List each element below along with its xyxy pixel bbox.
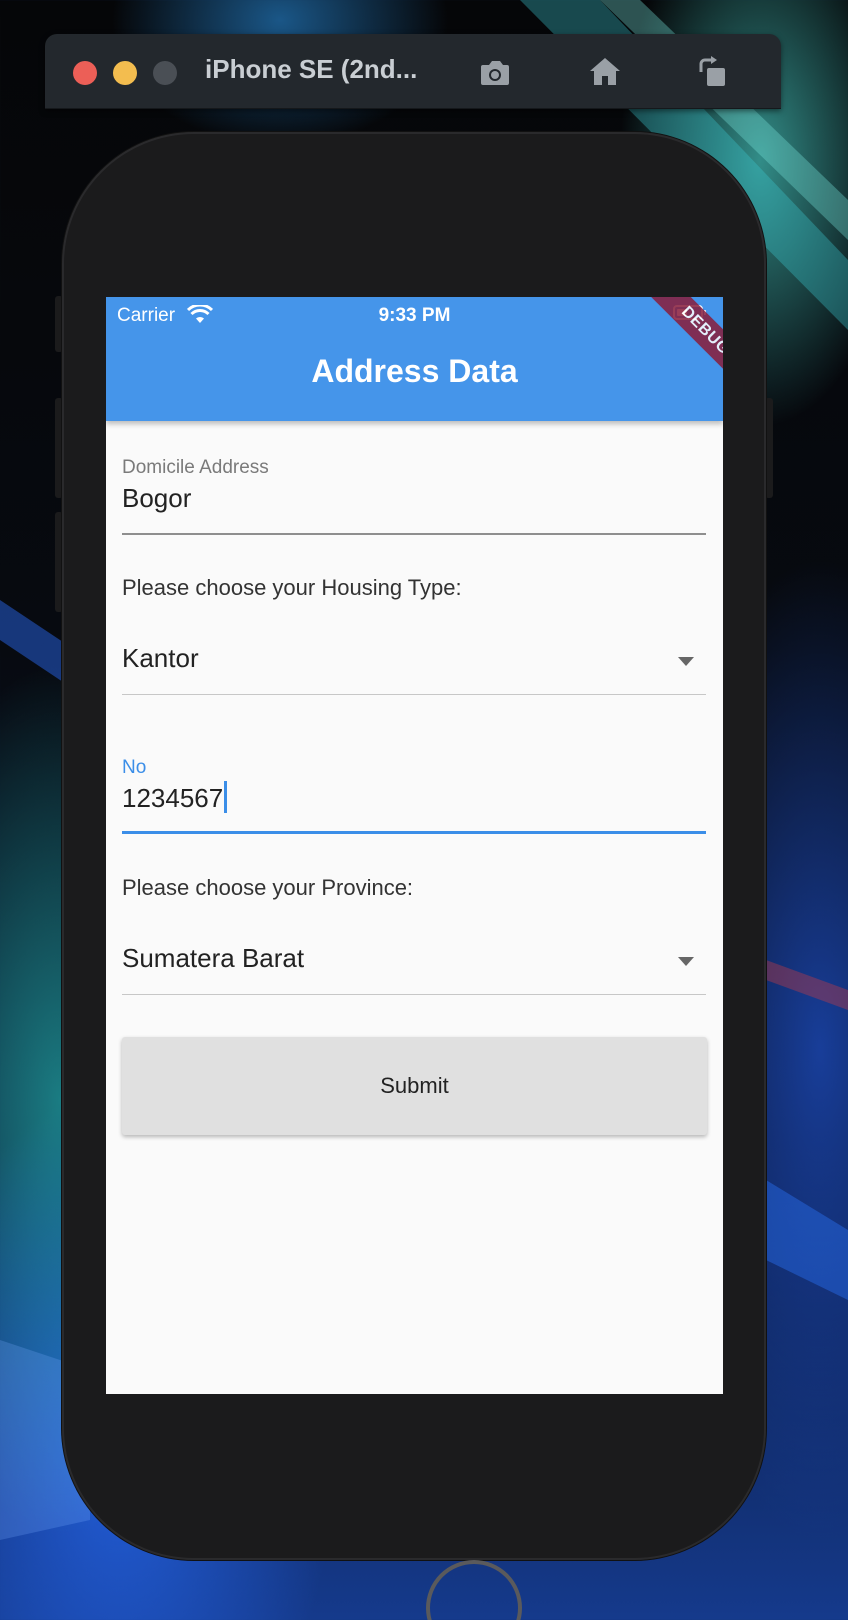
province-prompt: Please choose your Province:: [122, 875, 414, 900]
housing-type-selected: Kantor: [122, 643, 199, 673]
province-underline: [122, 994, 706, 995]
province-selected: Sumatera Barat: [122, 943, 305, 973]
number-underline: [122, 831, 706, 834]
submit-button[interactable]: Submit: [122, 1037, 707, 1135]
domicile-address-value: Bogor: [122, 483, 192, 513]
chevron-down-icon: [678, 957, 694, 966]
domicile-address-underline: [122, 533, 706, 535]
number-value: 1234567: [122, 783, 224, 813]
app-bar: Carrier 9:33 PM Address Data DEBUG: [106, 297, 723, 421]
window-minimize-button[interactable]: [113, 61, 137, 85]
window-close-button[interactable]: [73, 61, 97, 85]
home-button[interactable]: [426, 1560, 522, 1620]
number-input[interactable]: 1234567: [122, 781, 228, 814]
housing-type-dropdown[interactable]: Kantor: [122, 635, 706, 695]
housing-type-underline: [122, 694, 706, 695]
number-field[interactable]: No 1234567: [122, 757, 706, 837]
domicile-address-label: Domicile Address: [122, 457, 269, 478]
app-screen: Carrier 9:33 PM Address Data DEBUG Domic…: [106, 297, 723, 1394]
page-title: Address Data: [311, 353, 518, 389]
province-dropdown[interactable]: Sumatera Barat: [122, 935, 706, 995]
housing-type-prompt: Please choose your Housing Type:: [122, 575, 462, 600]
status-time: 9:33 PM: [378, 305, 451, 326]
simulator-title: iPhone SE (2nd...: [205, 54, 418, 84]
home-icon[interactable]: [585, 52, 625, 92]
screenshot-icon[interactable]: [475, 52, 515, 92]
simulator-title-bar: iPhone SE (2nd...: [45, 34, 781, 109]
window-zoom-button[interactable]: [153, 61, 177, 85]
domicile-address-field[interactable]: Domicile Address Bogor: [122, 457, 706, 537]
rotate-icon[interactable]: [693, 52, 733, 92]
chevron-down-icon: [678, 657, 694, 666]
power-button: [765, 398, 773, 498]
number-label: No: [122, 757, 147, 778]
text-caret: [224, 781, 228, 813]
